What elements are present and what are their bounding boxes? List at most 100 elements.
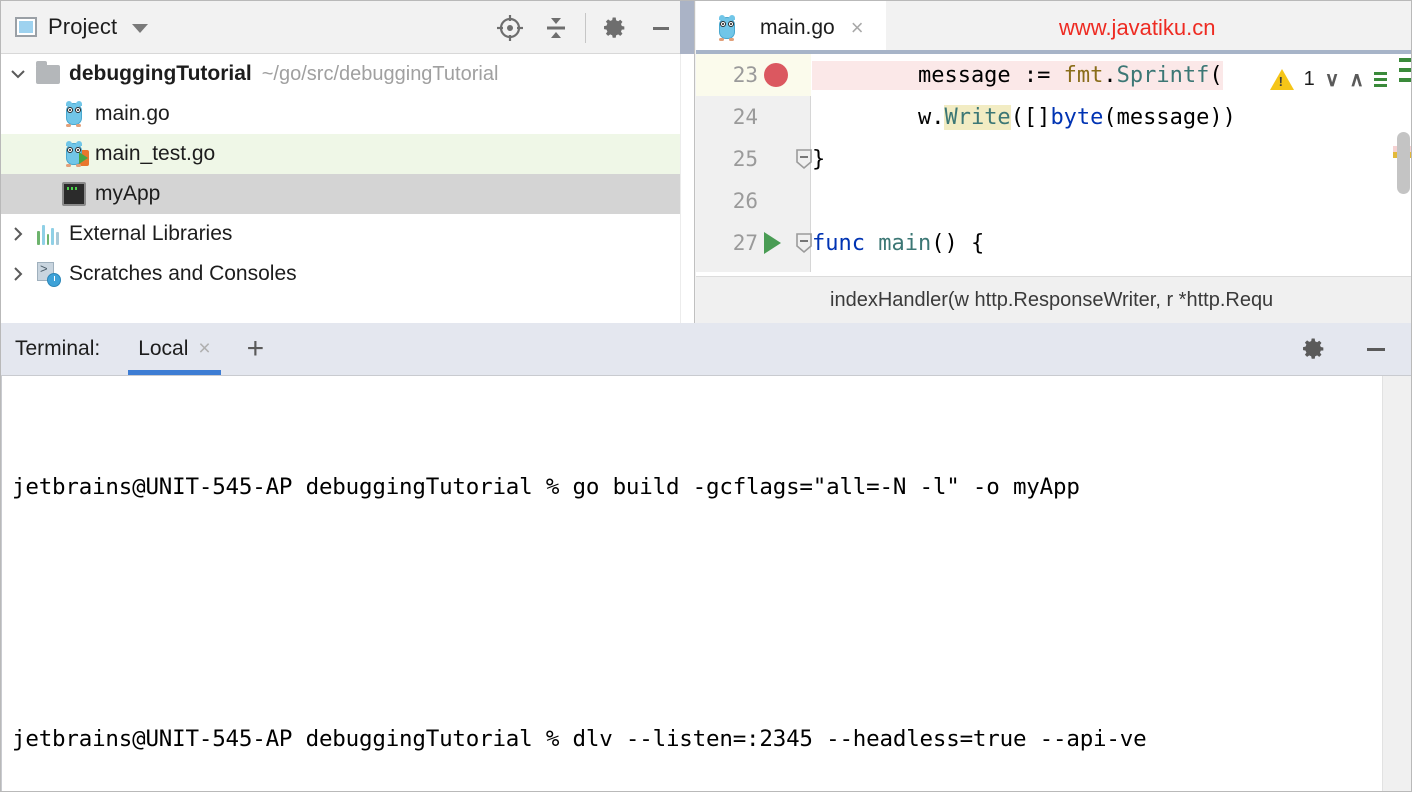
error-stripe-marks xyxy=(1399,58,1411,88)
code-line[interactable]: 25 } xyxy=(696,138,1412,180)
scratches-icon xyxy=(35,261,61,287)
terminal-label: Terminal: xyxy=(1,337,100,361)
terminal-scrollbar[interactable] xyxy=(1382,376,1412,792)
tree-item-label: myApp xyxy=(95,182,160,206)
terminal-tool-window: Terminal: Local × + jetbrain xyxy=(1,323,1412,792)
terminal-output-area[interactable]: jetbrains@UNIT-545-AP debuggingTutorial … xyxy=(1,375,1412,792)
code-fragment: fmt xyxy=(1064,63,1104,88)
chevron-right-icon[interactable] xyxy=(1,224,35,244)
breakpoint-icon[interactable] xyxy=(764,54,804,96)
terminal-line: jetbrains@UNIT-545-AP debuggingTutorial … xyxy=(12,466,1380,508)
terminal-output-text: jetbrains@UNIT-545-AP debuggingTutorial … xyxy=(12,382,1380,792)
code-fragment: main xyxy=(878,231,931,256)
tree-row[interactable]: External Libraries xyxy=(1,214,680,254)
project-panel-toolbar xyxy=(487,1,684,54)
project-panel-title: Project xyxy=(48,14,117,40)
code-fragment: w. xyxy=(812,105,944,130)
code-fragment: message := xyxy=(812,63,1064,88)
executable-icon xyxy=(61,181,87,207)
libraries-icon xyxy=(35,221,61,247)
line-number: 27 xyxy=(696,231,758,255)
tab-main-go[interactable]: main.go × xyxy=(696,1,886,54)
editor-tab-strip: main.go × www.javatiku.cn xyxy=(696,1,1412,54)
code-line[interactable]: 24 w.Write([]byte(message)) xyxy=(696,96,1412,138)
code-text: } xyxy=(812,138,1412,180)
terminal-tab-local[interactable]: Local × xyxy=(128,323,220,375)
tree-row[interactable]: main_test.go xyxy=(1,134,680,174)
folder-icon xyxy=(35,61,61,87)
chevron-down-icon[interactable] xyxy=(1,64,35,84)
terminal-line xyxy=(12,592,1380,634)
terminal-tab-label: Local xyxy=(138,337,188,361)
line-number: 25 xyxy=(696,147,758,171)
tree-row[interactable]: debuggingTutorial ~/go/src/debuggingTuto… xyxy=(1,54,680,94)
go-file-icon xyxy=(61,101,87,127)
go-test-file-icon xyxy=(61,141,87,167)
chevron-down-icon[interactable] xyxy=(132,24,148,33)
tree-item-label: main.go xyxy=(95,102,170,126)
inspections-menu-icon[interactable] xyxy=(1374,72,1387,87)
tree-item-label: Scratches and Consoles xyxy=(69,262,297,286)
tree-row[interactable]: myApp xyxy=(1,174,680,214)
code-fragment: ( xyxy=(1209,63,1222,88)
code-fragment: . xyxy=(1103,63,1116,88)
code-text xyxy=(812,180,1412,222)
gear-icon[interactable] xyxy=(1291,327,1337,371)
line-number: 24 xyxy=(696,105,758,129)
add-terminal-tab-button[interactable]: + xyxy=(247,334,265,364)
breadcrumb[interactable]: indexHandler(w http.ResponseWriter, r *h… xyxy=(696,276,1412,323)
inspections-widget[interactable]: 1 ∨ ∧ xyxy=(1266,62,1391,96)
code-fragment xyxy=(865,231,878,256)
editor-scrollbar-thumb[interactable] xyxy=(1397,132,1410,194)
close-icon[interactable]: × xyxy=(851,15,864,41)
close-icon[interactable]: × xyxy=(198,337,210,361)
ide-window: Project xyxy=(0,0,1412,792)
code-fragment: Sprintf xyxy=(1117,63,1210,88)
tree-row[interactable]: main.go xyxy=(1,94,680,134)
code-line[interactable]: 27 func main() { xyxy=(696,222,1412,264)
warning-triangle-icon xyxy=(1270,69,1294,90)
editor-scrollbar[interactable] xyxy=(1393,54,1412,272)
project-tool-window: Project xyxy=(1,1,695,323)
code-text: w.Write([]byte(message)) xyxy=(812,96,1412,138)
tab-label: main.go xyxy=(760,16,835,40)
code-fragment: ([] xyxy=(1011,105,1051,130)
line-number: 26 xyxy=(696,189,758,213)
toolbar-divider xyxy=(585,13,586,43)
minimize-icon[interactable] xyxy=(638,6,684,50)
collapse-all-icon[interactable] xyxy=(533,6,579,50)
terminal-line: jetbrains@UNIT-545-AP debuggingTutorial … xyxy=(12,718,1380,760)
line-number: 23 xyxy=(696,63,758,87)
code-fragment: () { xyxy=(931,231,984,256)
project-title-group[interactable]: Project xyxy=(1,14,148,40)
code-line[interactable]: 26 xyxy=(696,180,1412,222)
code-fragment: (message)) xyxy=(1103,105,1235,130)
chevron-up-icon[interactable]: ∧ xyxy=(1349,67,1364,92)
gear-icon[interactable] xyxy=(592,6,638,50)
project-scrollbar-cap xyxy=(680,1,694,54)
watermark-text: www.javatiku.cn xyxy=(1059,15,1216,41)
project-scrollbar[interactable] xyxy=(680,54,694,323)
top-split: Project xyxy=(1,1,1412,323)
code-text: func main() { xyxy=(812,222,1412,264)
warning-count: 1 xyxy=(1304,68,1315,91)
project-window-icon xyxy=(15,17,37,37)
locate-icon[interactable] xyxy=(487,6,533,50)
code-editor[interactable]: 23 message := fmt.Sprintf( 24 w.Write([]… xyxy=(696,54,1412,272)
terminal-header: Terminal: Local × + xyxy=(1,323,1412,375)
tree-row[interactable]: Scratches and Consoles xyxy=(1,254,680,294)
project-panel-header: Project xyxy=(1,1,694,54)
tree-item-label: External Libraries xyxy=(69,222,232,246)
code-fragment: func xyxy=(812,231,865,256)
chevron-right-icon[interactable] xyxy=(1,264,35,284)
go-file-icon xyxy=(714,15,740,41)
code-fragment: Write xyxy=(944,105,1010,130)
minimize-icon[interactable] xyxy=(1353,327,1399,371)
editor-panel: main.go × www.javatiku.cn 23 message := … xyxy=(696,1,1412,323)
project-tree[interactable]: debuggingTutorial ~/go/src/debuggingTuto… xyxy=(1,54,680,323)
tree-item-label: main_test.go xyxy=(95,142,215,166)
terminal-toolbar xyxy=(1291,323,1399,375)
tree-item-path: ~/go/src/debuggingTutorial xyxy=(262,63,499,86)
code-fragment: byte xyxy=(1050,105,1103,130)
chevron-down-icon[interactable]: ∨ xyxy=(1325,67,1340,92)
